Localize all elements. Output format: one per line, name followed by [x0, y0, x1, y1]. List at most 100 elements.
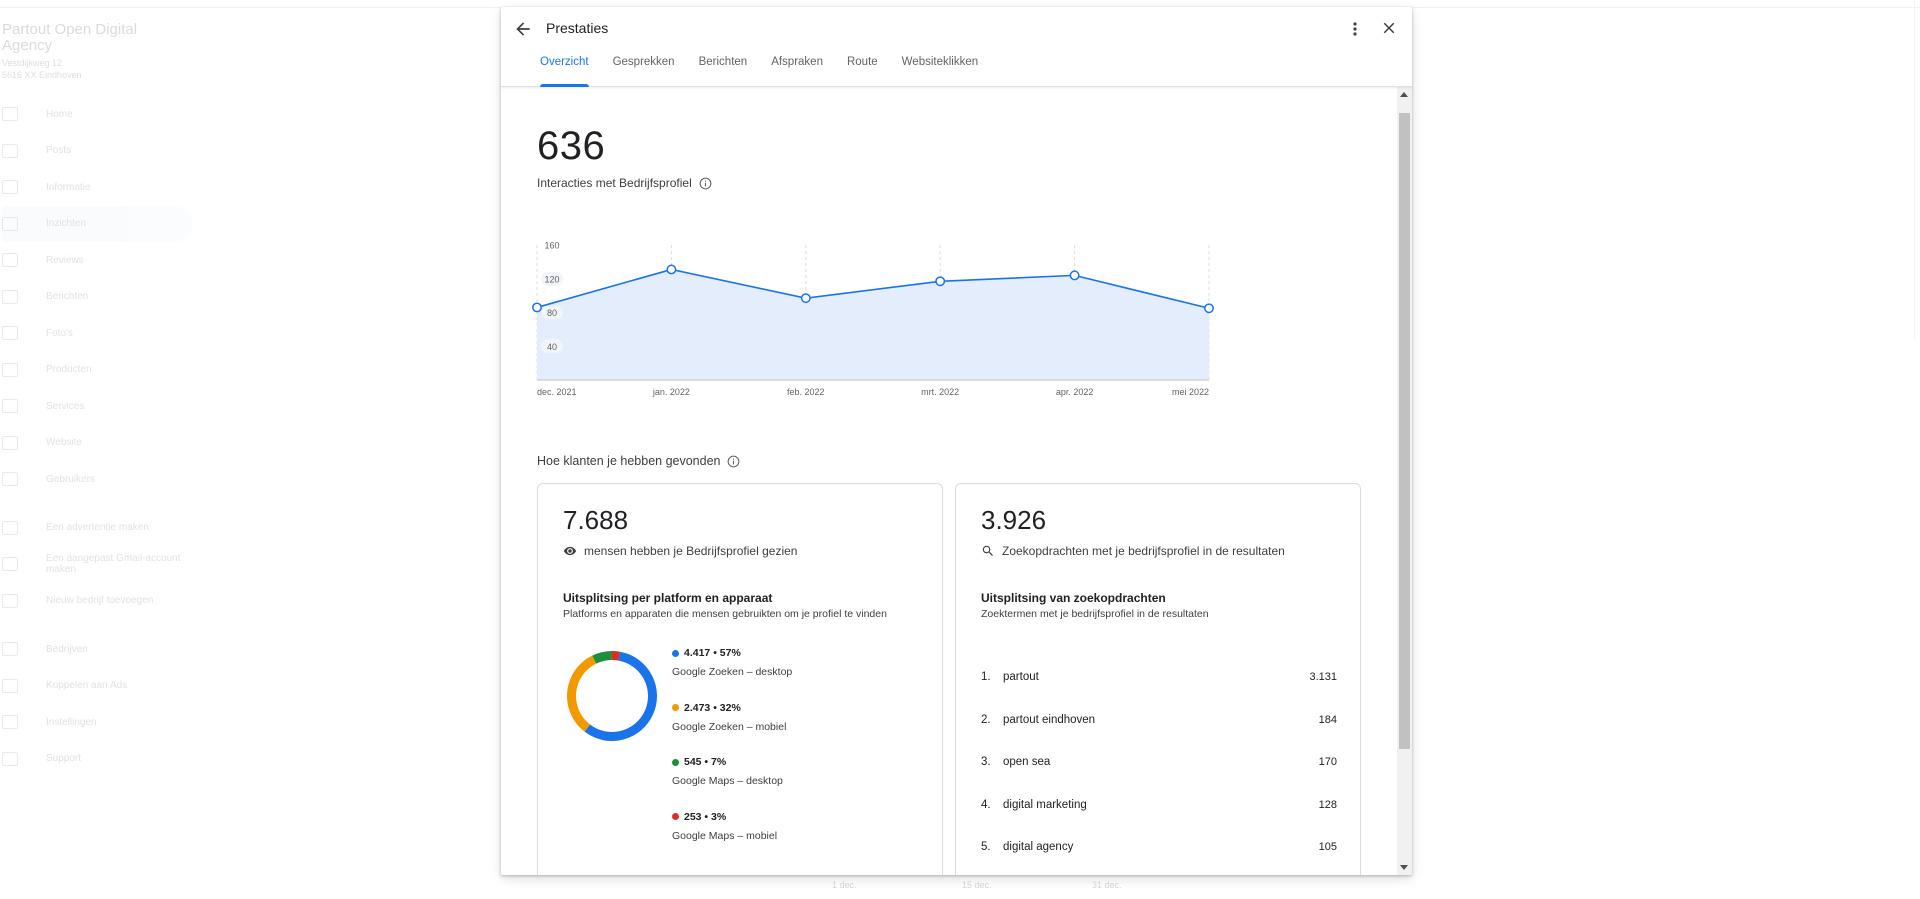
data-point: [1069, 270, 1080, 281]
legend-item: 253 • 3% Google Maps – mobiel: [672, 811, 792, 866]
nav-item-icon: [2, 399, 18, 414]
list-item: 4. digital marketing 128: [981, 784, 1337, 827]
interactions-total: 636: [537, 124, 606, 168]
legend-dot: [672, 813, 679, 820]
nav-item-icon: [2, 678, 18, 693]
data-point: [935, 276, 946, 287]
x-tick-label: jan. 2022: [652, 387, 690, 397]
background-nav-label: Support: [46, 753, 82, 765]
x-tick-label: dec. 2021: [537, 387, 577, 397]
nav-item-icon: [2, 751, 18, 766]
search-breakdown-description: Zoektermen met je bedrijfsprofiel in de …: [981, 608, 1209, 620]
background-nav-item: Een aangepast Gmail-account maken: [2, 546, 192, 583]
donut-slice: [584, 651, 657, 741]
nav-item-icon: [2, 326, 18, 341]
background-nav-item: Een advertentie maken: [2, 510, 192, 547]
background-nav-item: Services: [2, 388, 192, 425]
search-breakdown-heading: Uitsplitsing van zoekopdrachten: [981, 591, 1166, 605]
discovery-title: Hoe klanten je hebben gevonden: [537, 454, 721, 468]
term-text: partout: [1003, 671, 1039, 684]
close-button[interactable]: [1380, 19, 1398, 37]
background-edge: [1914, 0, 1920, 340]
term-rank: 5.: [981, 841, 991, 854]
background-address-line: Vestdijkweg 12: [2, 58, 63, 68]
background-nav-label: Informatie: [46, 181, 91, 193]
background-nav-item: Koppelen aan Ads: [2, 668, 192, 705]
background-nav-item: Reviews: [2, 242, 192, 279]
nav-item-icon: [2, 107, 18, 122]
profile-views-total: 7.688: [563, 505, 629, 535]
term-rank: 4.: [981, 798, 991, 811]
background-nav-label: Producten: [46, 364, 92, 376]
dialog-scrollbar[interactable]: [1397, 87, 1412, 875]
tab-websiteklikken[interactable]: Websiteklikken: [902, 55, 979, 87]
list-item: 1. partout 3.131: [981, 656, 1337, 699]
legend-label: Google Maps – desktop: [672, 775, 783, 787]
background-nav-item: Nieuw bedrijf toevoegen: [2, 583, 192, 620]
tab-gesprekken[interactable]: Gesprekken: [613, 55, 675, 87]
platform-breakdown-description: Platforms en apparaten die mensen gebrui…: [563, 608, 887, 620]
y-tick-label: 160: [544, 241, 559, 251]
info-icon[interactable]: [727, 455, 740, 468]
tab-afspraken[interactable]: Afspraken: [771, 55, 823, 87]
nav-item-icon: [2, 593, 18, 608]
dialog-content: 636 Interacties met Bedrijfsprofiel 40 80…: [501, 87, 1395, 875]
performance-dialog: Prestaties Overzicht Gesprekken Berichte…: [501, 7, 1412, 875]
term-count: 170: [1318, 756, 1337, 769]
scroll-up-arrow[interactable]: [1400, 92, 1408, 97]
term-rank: 1.: [981, 671, 991, 684]
legend-dot: [672, 758, 679, 766]
legend-item: 545 • 7% Google Maps – desktop: [672, 756, 792, 811]
searches-subtitle-row: Zoekopdrachten met je bedrijfsprofiel in…: [981, 544, 1285, 558]
background-nav-item: Instellingen: [2, 704, 192, 741]
y-tick-label: 120: [544, 274, 559, 284]
close-icon: [1383, 22, 1395, 34]
back-button[interactable]: [513, 19, 533, 39]
tab-route[interactable]: Route: [847, 55, 878, 87]
data-point: [800, 293, 811, 304]
background-nav-item: Informatie: [2, 169, 192, 206]
legend-value: 545 • 7%: [684, 756, 727, 768]
tab-bar: Overzicht Gesprekken Berichten Afspraken…: [540, 55, 1002, 87]
background-address: Vestdijkweg 12 5616 XX Eindhoven: [2, 57, 82, 81]
platform-breakdown-heading: Uitsplitsing per platform en apparaat: [563, 591, 773, 605]
y-tick-label: 40: [547, 342, 557, 352]
nav-item-icon: [2, 143, 18, 158]
platform-legend: 4.417 • 57% Google Zoeken – desktop 2.47…: [672, 647, 792, 865]
background-nav-item: Bedrijven: [2, 631, 192, 668]
background-nav-item: Producten: [2, 352, 192, 389]
arrow-back-icon: [516, 22, 530, 36]
background-nav-label: Gebruikers: [46, 473, 95, 485]
term-text: digital marketing: [1003, 798, 1087, 811]
legend-item: 4.417 • 57% Google Zoeken – desktop: [672, 647, 792, 702]
interactions-chart: 40 80 120 160 dec. 2021 jan. 2022 feb. 2022 mrt…: [532, 241, 1214, 397]
discovery-section-title-row: Hoe klanten je hebben gevonden: [537, 454, 740, 468]
nav-item-icon: [2, 520, 18, 535]
nav-item-icon: [2, 435, 18, 450]
list-item: 5. digital agency 105: [981, 826, 1337, 869]
legend-label: Google Maps – mobiel: [672, 829, 778, 842]
background-nav-label: Bedrijven: [46, 643, 88, 655]
term-count: 128: [1318, 798, 1337, 811]
dialog-header: Prestaties Overzicht Gesprekken Berichte…: [501, 7, 1412, 87]
dialog-title: Prestaties: [546, 20, 609, 36]
scrollbar-thumb[interactable]: [1399, 113, 1410, 749]
term-rank: 2.: [981, 713, 991, 726]
nav-item-icon: [2, 216, 18, 231]
more-options-button[interactable]: [1347, 20, 1363, 38]
term-rank: 3.: [981, 756, 991, 769]
legend-dot: [672, 649, 679, 657]
background-nav: Home Posts Informatie Inzichten Reviews Beric…: [2, 96, 192, 777]
scroll-down-arrow[interactable]: [1400, 865, 1408, 870]
x-tick-label: mrt. 2022: [921, 387, 959, 397]
background-nav-label: Services: [46, 400, 85, 412]
background-nav-item: Posts: [2, 133, 192, 170]
data-point: [666, 264, 677, 275]
tab-berichten[interactable]: Berichten: [699, 55, 748, 87]
tab-overzicht[interactable]: Overzicht: [540, 55, 589, 87]
legend-value: 2.473 • 32%: [684, 701, 741, 714]
chart-area: [537, 269, 1209, 380]
background-nav-label: Koppelen aan Ads: [46, 680, 128, 692]
searches-subtitle: Zoekopdrachten met je bedrijfsprofiel in…: [1002, 544, 1285, 558]
background-nav-item: Berichten: [2, 279, 192, 316]
